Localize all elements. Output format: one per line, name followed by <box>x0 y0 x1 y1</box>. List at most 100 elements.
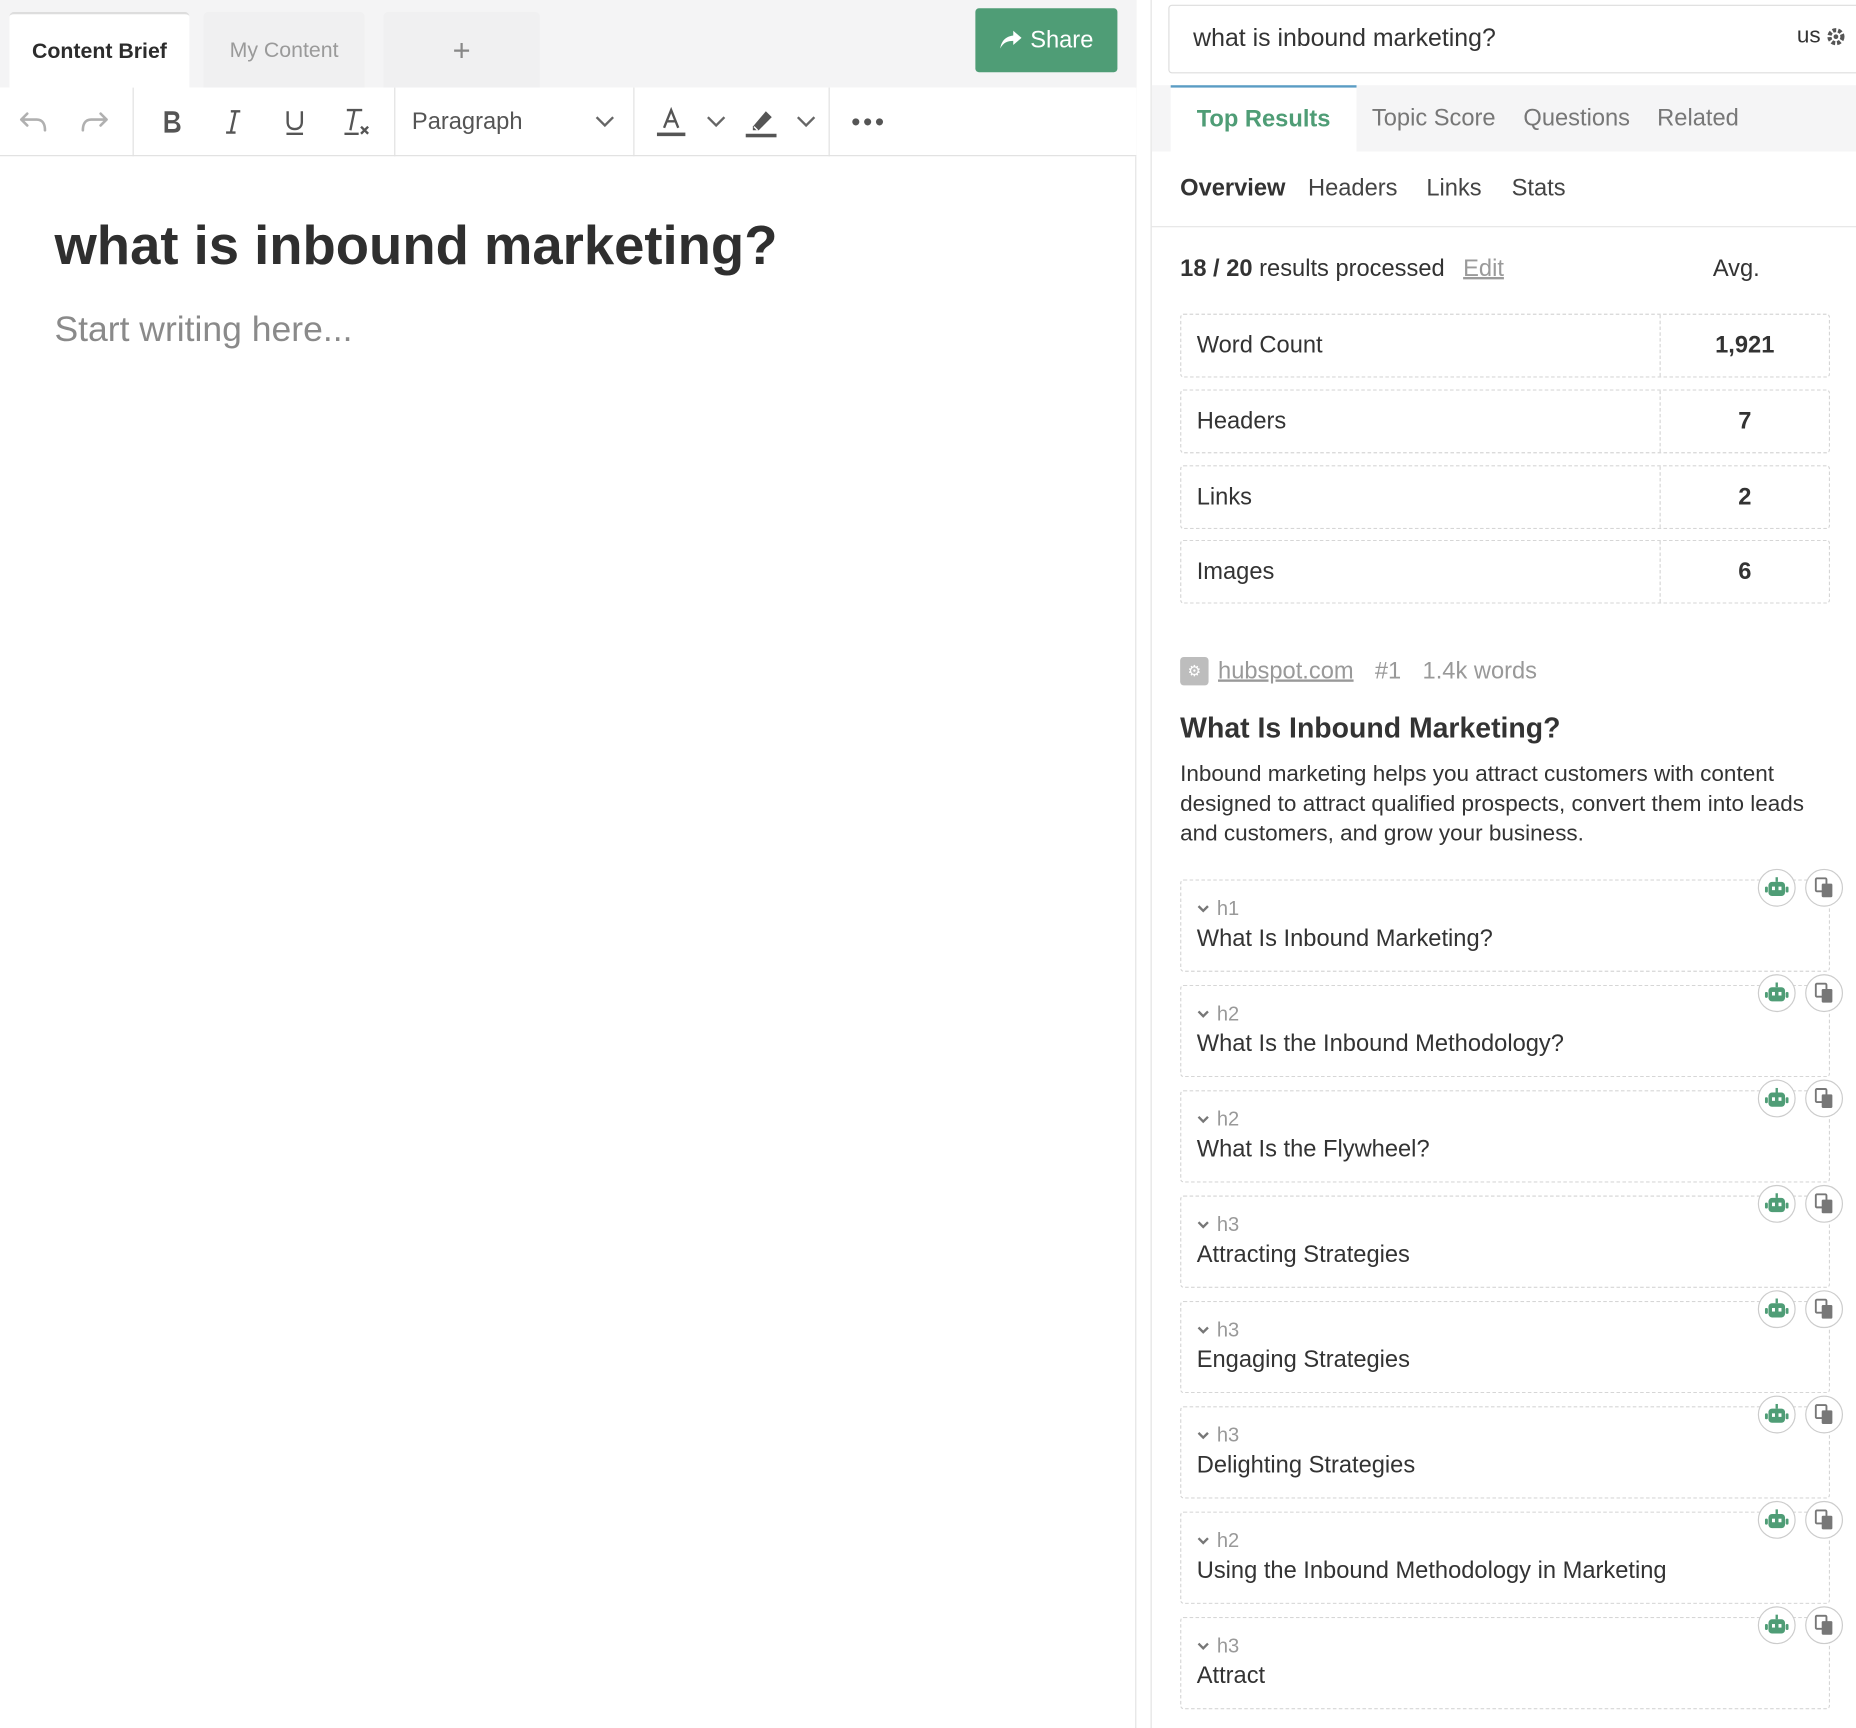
heading-text: Attracting Strategies <box>1196 1241 1410 1268</box>
heading-level-toggle[interactable]: h2 <box>1197 1107 1240 1132</box>
underline-button[interactable] <box>275 88 315 157</box>
edit-link[interactable]: Edit <box>1463 256 1504 282</box>
ai-robot-button[interactable] <box>1757 1079 1796 1118</box>
copy-heading-button[interactable] <box>1805 868 1844 907</box>
document-title[interactable]: what is inbound marketing? <box>54 213 777 277</box>
result-rank: #1 <box>1374 657 1402 684</box>
result-word-count: 1.4k words <box>1422 657 1538 684</box>
ai-robot-button[interactable] <box>1757 974 1796 1013</box>
heading-level-toggle[interactable]: h3 <box>1197 1635 1239 1659</box>
editor-tab-bar: Content Brief My Content + Share <box>0 0 1137 88</box>
locale-label: us <box>1796 23 1821 49</box>
stat-label: Word Count <box>1196 332 1323 359</box>
result-title: What Is Inbound Marketing? <box>1180 712 1561 745</box>
heading-level-toggle[interactable]: h3 <box>1197 1213 1239 1237</box>
heading-level: h2 <box>1216 1107 1240 1131</box>
copy-heading-button[interactable] <box>1805 1395 1844 1434</box>
add-tab-button[interactable]: + <box>383 11 540 88</box>
copy-heading-button[interactable] <box>1805 1606 1844 1645</box>
block-format-select[interactable]: Paragraph <box>412 88 616 157</box>
tab-content-brief[interactable]: Content Brief <box>9 11 190 88</box>
heading-card: h3 Engaging Strategies <box>1180 1290 1844 1394</box>
copy-icon <box>1814 1509 1833 1530</box>
result-domain-link[interactable]: hubspot.com <box>1218 658 1354 685</box>
avg-column-header: Avg. <box>1712 255 1760 282</box>
text-color-button[interactable] <box>651 88 691 157</box>
share-button[interactable]: Share <box>975 8 1118 73</box>
chevron-down-icon <box>1197 1642 1209 1650</box>
panel-tabs: Top Results Topic Score Questions Relate… <box>1151 85 1856 152</box>
subtab-overview[interactable]: Overview <box>1180 154 1285 223</box>
copy-icon <box>1814 1614 1833 1635</box>
heading-card: h1 What Is Inbound Marketing? <box>1180 868 1844 972</box>
ai-robot-button[interactable] <box>1757 1290 1796 1329</box>
highlight-color-dropdown[interactable] <box>793 88 819 157</box>
text-color-dropdown[interactable] <box>703 88 729 157</box>
heading-card: h3 Delighting Strategies <box>1180 1395 1844 1499</box>
copy-heading-button[interactable] <box>1805 1079 1844 1118</box>
subtab-headers[interactable]: Headers <box>1308 154 1397 223</box>
keyword-search-input[interactable]: what is inbound marketing? <box>1168 4 1856 74</box>
heading-level-toggle[interactable]: h1 <box>1197 897 1239 921</box>
stat-label: Links <box>1196 483 1253 510</box>
copy-heading-button[interactable] <box>1805 974 1844 1013</box>
chevron-down-icon <box>1197 1326 1209 1334</box>
stat-row-headers: Headers 7 <box>1180 389 1831 454</box>
robot-icon <box>1764 1298 1789 1318</box>
stat-value: 7 <box>1659 390 1829 453</box>
redo-icon <box>81 112 108 132</box>
tab-topic-score[interactable]: Topic Score <box>1372 85 1496 151</box>
robot-icon <box>1764 1614 1789 1634</box>
chevron-down-icon <box>1197 1221 1209 1229</box>
tab-related[interactable]: Related <box>1657 85 1739 151</box>
stat-row-images: Images 6 <box>1180 539 1831 604</box>
results-processed: 18 / 20 results processed Edit <box>1180 256 1504 283</box>
ai-robot-button[interactable] <box>1757 1500 1796 1539</box>
ai-robot-button[interactable] <box>1757 1606 1796 1645</box>
chevron-down-icon <box>1197 1115 1209 1124</box>
subtab-stats[interactable]: Stats <box>1512 154 1566 223</box>
stat-row-word-count: Word Count 1,921 <box>1180 313 1831 378</box>
robot-icon <box>1764 1403 1789 1423</box>
result-source: ⚙ hubspot.com #1 1.4k words <box>1180 656 1538 686</box>
heading-card: h2 What Is the Inbound Methodology? <box>1180 974 1844 1078</box>
chevron-down-icon <box>1197 905 1209 913</box>
italic-button[interactable] <box>213 88 253 157</box>
editor-pane: Content Brief My Content + Share Paragra… <box>0 0 1137 1728</box>
chevron-down-icon <box>796 116 816 128</box>
copy-heading-button[interactable] <box>1805 1290 1844 1329</box>
heading-level-toggle[interactable]: h3 <box>1197 1423 1240 1448</box>
share-icon <box>1000 30 1022 49</box>
tab-questions[interactable]: Questions <box>1523 85 1630 151</box>
subtab-links[interactable]: Links <box>1426 154 1481 223</box>
clear-formatting-button[interactable] <box>336 88 376 157</box>
ai-robot-button[interactable] <box>1757 1184 1796 1223</box>
undo-button[interactable] <box>12 88 55 157</box>
redo-button[interactable] <box>73 88 116 157</box>
robot-icon <box>1764 1087 1789 1107</box>
stat-row-links: Links 2 <box>1180 465 1831 530</box>
heading-level-toggle[interactable]: h3 <box>1197 1319 1239 1343</box>
chevron-down-icon <box>707 116 726 128</box>
tab-my-content[interactable]: My Content <box>203 11 365 88</box>
bold-button[interactable] <box>152 88 192 157</box>
copy-heading-button[interactable] <box>1805 1184 1844 1223</box>
heading-level: h3 <box>1216 1423 1240 1447</box>
ai-robot-button[interactable] <box>1757 1395 1796 1434</box>
heading-text: Attract <box>1196 1663 1266 1690</box>
editor-body-placeholder[interactable]: Start writing here... <box>54 310 352 350</box>
locale-settings[interactable]: us <box>1797 24 1847 50</box>
more-options-button[interactable] <box>845 88 890 157</box>
copy-icon <box>1814 1298 1833 1319</box>
heading-level-toggle[interactable]: h2 <box>1197 1529 1239 1553</box>
heading-text: Delighting Strategies <box>1196 1452 1416 1479</box>
hubspot-favicon-icon: ⚙ <box>1180 656 1209 686</box>
tab-top-results[interactable]: Top Results <box>1170 85 1357 152</box>
clear-formatting-icon <box>344 108 369 135</box>
result-subtabs: Overview Headers Links Stats <box>1151 154 1856 228</box>
heading-level-toggle[interactable]: h2 <box>1197 1003 1239 1027</box>
copy-heading-button[interactable] <box>1805 1500 1844 1539</box>
ai-robot-button[interactable] <box>1757 868 1796 907</box>
highlight-color-button[interactable] <box>741 88 781 157</box>
undo-icon <box>20 112 47 132</box>
